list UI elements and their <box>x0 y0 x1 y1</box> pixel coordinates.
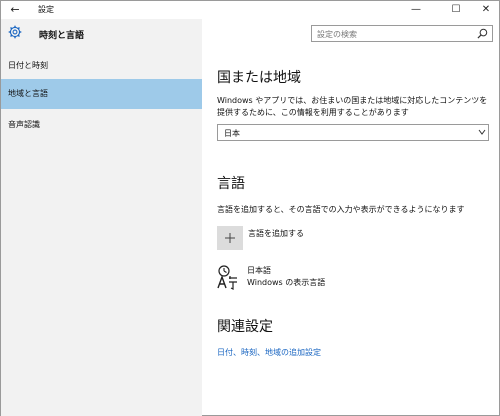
search-input[interactable]: 設定の検索 <box>311 25 493 42</box>
plus-icon <box>225 233 235 243</box>
search-placeholder: 設定の検索 <box>317 30 357 39</box>
country-select-value: 日本 <box>224 129 240 138</box>
language-icon <box>217 265 237 290</box>
close-button[interactable]: ✕ <box>471 1 500 19</box>
region-description-line2: 提供するために、この情報を利用することがあります <box>217 108 409 117</box>
maximize-button[interactable]: ☐ <box>441 1 471 19</box>
back-button[interactable]: ← <box>7 2 23 18</box>
window-title: 設定 <box>38 5 54 14</box>
gear-icon <box>8 25 22 39</box>
language-heading: 言語 <box>217 176 245 192</box>
main-content: 国または地域 Windows やアプリでは、お住まいの国または地域に対応したコン… <box>202 47 499 416</box>
sidebar-title: 時刻と言語 <box>39 31 85 41</box>
region-heading: 国または地域 <box>217 70 301 86</box>
region-description-line1: Windows やアプリでは、お住まいの国または地域に対応したコンテンツを <box>217 96 488 105</box>
country-select[interactable]: 日本 <box>217 124 489 141</box>
sidebar-item-speech[interactable]: 音声認識 <box>1 110 202 140</box>
language-item-detail: Windows の表示言語 <box>247 278 326 287</box>
chevron-down-icon <box>478 129 486 135</box>
sidebar: 時刻と言語 日付と時刻 地域と言語 音声認識 <box>1 19 202 416</box>
language-description: 言語を追加すると、その言語での入力や表示ができるようになります <box>217 205 465 214</box>
minimize-button[interactable]: — <box>401 1 431 19</box>
sidebar-header: 時刻と言語 <box>1 19 202 47</box>
title-bar: ← 設定 — ☐ ✕ <box>1 1 499 19</box>
search-icon[interactable] <box>477 28 488 39</box>
additional-datetime-region-link[interactable]: 日付、時刻、地域の追加設定 <box>217 347 321 358</box>
sidebar-item-date-time[interactable]: 日付と時刻 <box>1 51 202 81</box>
related-settings-heading: 関連設定 <box>217 319 273 335</box>
add-language-button[interactable] <box>217 226 243 250</box>
add-language-label[interactable]: 言語を追加する <box>248 228 304 239</box>
language-item-name[interactable]: 日本語 <box>247 265 271 276</box>
sidebar-item-region-language[interactable]: 地域と言語 <box>1 79 202 109</box>
